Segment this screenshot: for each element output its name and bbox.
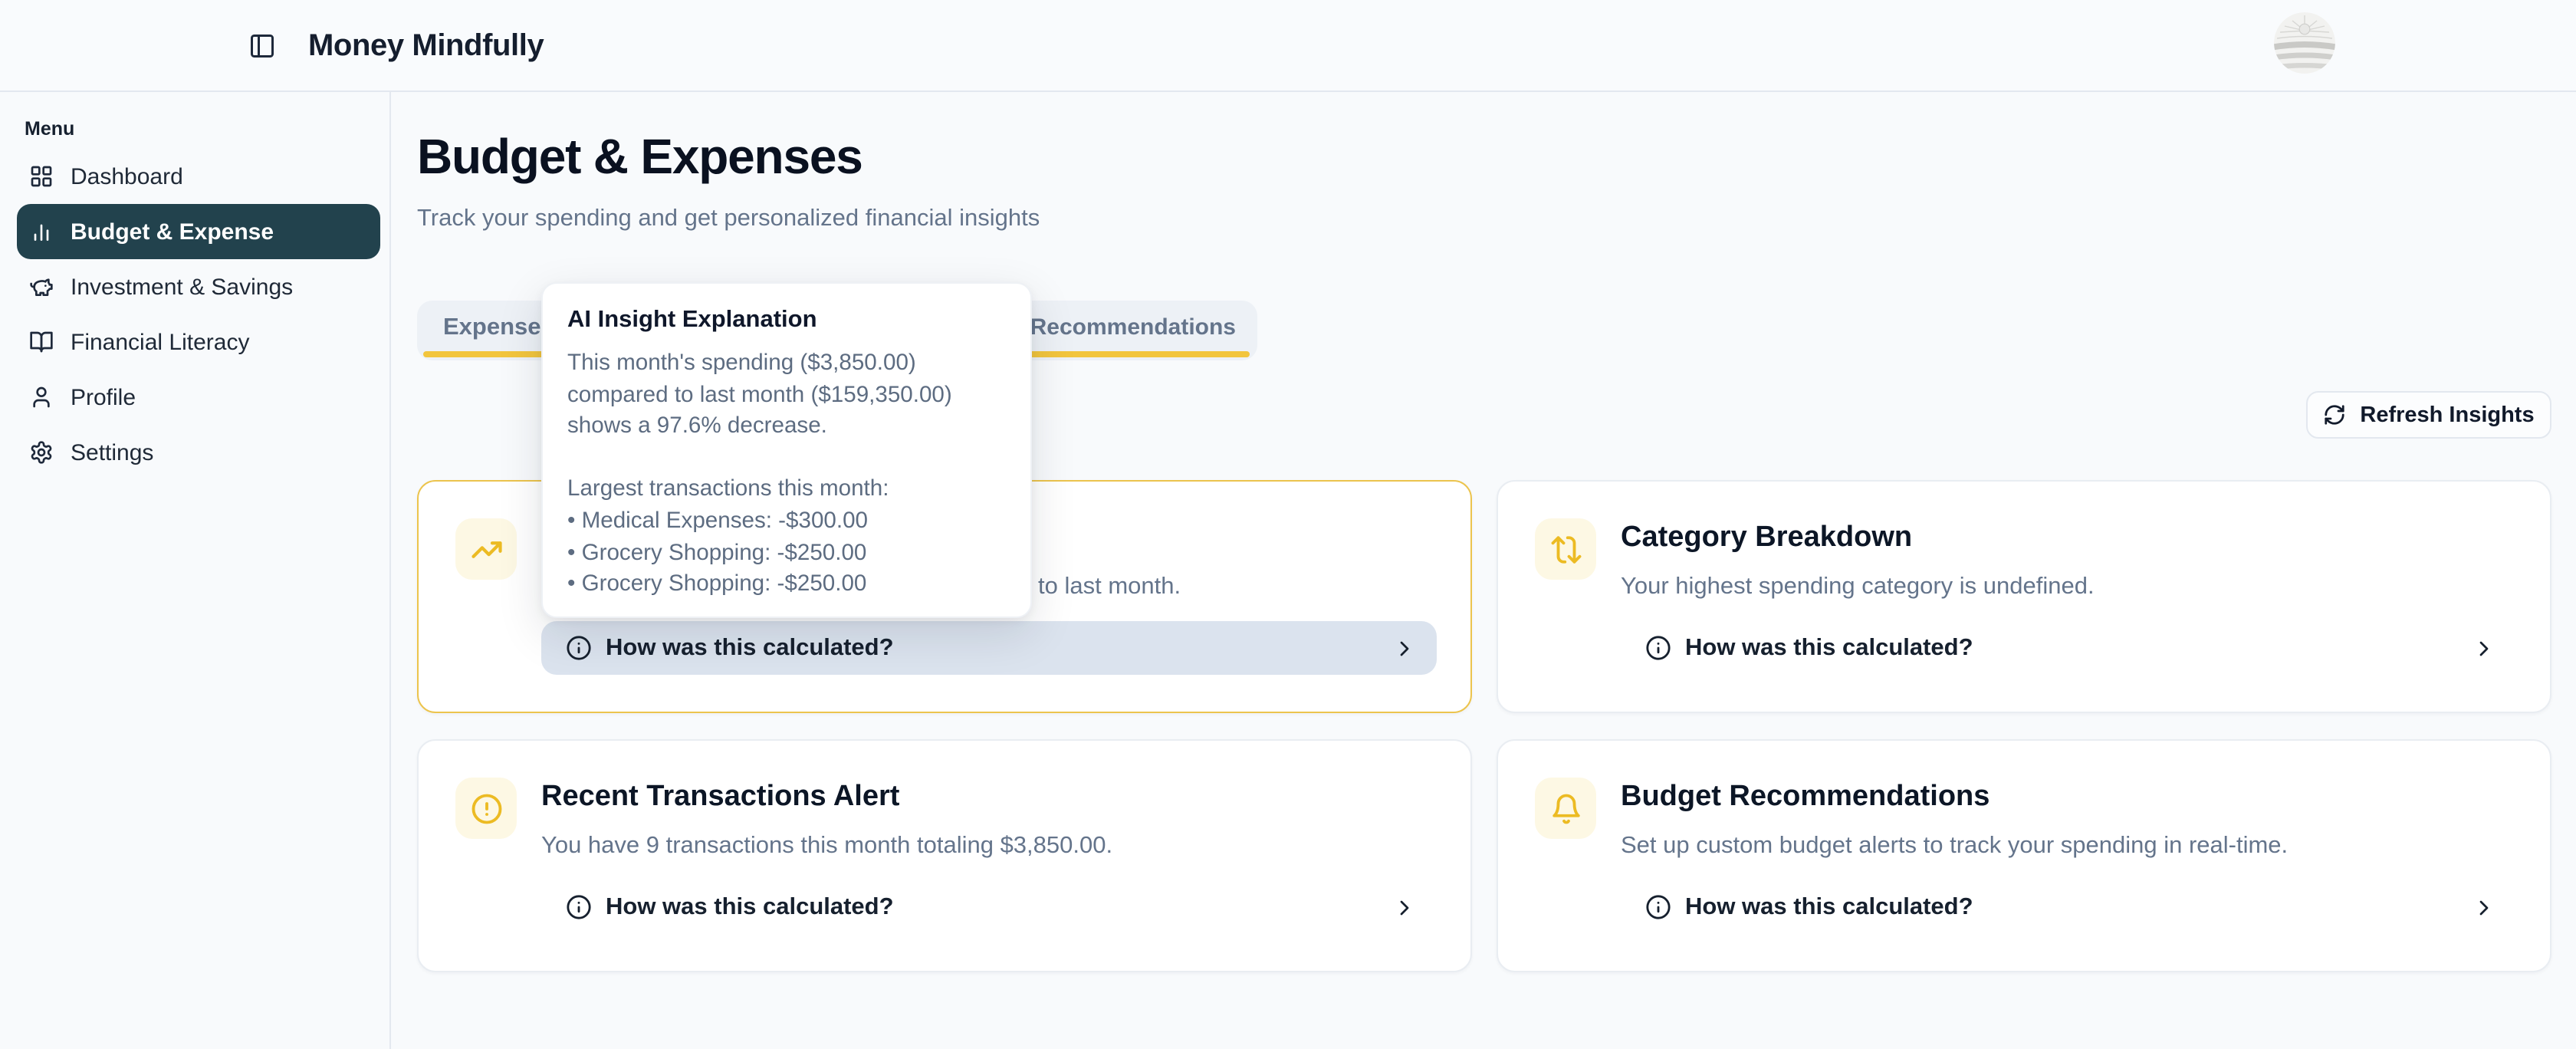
tab-recommendations[interactable]: ct Recommendations [1004,301,1236,354]
how-calculated-label: How was this calculated? [1685,634,1973,662]
sidebar-item-label: Settings [71,439,153,465]
sidebar-item-label: Financial Literacy [71,329,249,355]
card-description: Your highest spending category is undefi… [1621,574,2095,601]
app-title: Money Mindfully [308,0,544,92]
how-calculated-label: How was this calculated? [606,893,894,921]
icon-tile [1535,518,1596,580]
bell-icon [1549,792,1582,824]
ai-insight-popover: AI Insight Explanation This month's spen… [541,282,1032,618]
info-icon [566,894,592,920]
sidebar-nav: Dashboard Budget & Expense Investment & … [17,149,380,480]
sidebar-item-label: Budget & Expense [71,219,274,245]
sidebar-toggle-icon[interactable] [248,32,276,60]
card-title: Budget Recommendations [1621,781,1990,814]
ai-insight-popover-title: AI Insight Explanation [567,307,1006,334]
chevron-right-icon [1392,895,1417,919]
icon-tile [455,518,517,580]
user-icon [29,385,54,409]
budget-recommendations-card: Budget Recommendations Set up custom bud… [1497,739,2551,972]
top-header: Money Mindfully [0,0,2576,92]
card-title: Recent Transactions Alert [541,781,899,814]
refresh-icon [2323,403,2346,426]
how-calculated-row[interactable]: How was this calculated? [541,621,1437,675]
sidebar-item-settings[interactable]: Settings [17,425,380,480]
card-title: Category Breakdown [1621,521,1912,555]
category-breakdown-card: Category Breakdown Your highest spending… [1497,480,2551,713]
how-calculated-label: How was this calculated? [606,634,894,662]
avatar[interactable] [2274,12,2335,74]
icon-tile [1535,778,1596,839]
gear-icon [29,440,54,465]
sidebar-item-label: Profile [71,384,136,410]
app-root: Money Mindfully [0,0,2576,1049]
bar-chart-icon [29,219,54,244]
alert-circle-icon [470,792,502,824]
repeat-icon [1549,533,1582,565]
page-title: Budget & Expenses [417,129,863,186]
chevron-right-icon [1392,636,1417,660]
dashboard-grid-icon [29,164,54,189]
sidebar-item-dashboard[interactable]: Dashboard [17,149,380,204]
book-open-icon [29,330,54,354]
how-calculated-row[interactable]: How was this calculated? [1621,880,2516,934]
info-icon [1645,635,1671,661]
card-description: You have 9 transactions this month total… [541,833,1112,860]
refresh-insights-button[interactable]: Refresh Insights [2306,391,2551,439]
sidebar-item-label: Investment & Savings [71,274,293,300]
how-calculated-label: How was this calculated? [1685,893,1973,921]
sidebar-item-label: Dashboard [71,163,183,189]
sidebar-item-budget-expense[interactable]: Budget & Expense [17,204,380,259]
piggy-bank-icon [29,275,54,299]
ai-insight-popover-body: This month's spending ($3,850.00) compar… [567,348,1006,601]
trending-up-icon [470,533,502,565]
icon-tile [455,778,517,839]
info-icon [566,635,592,661]
how-calculated-row[interactable]: How was this calculated? [541,880,1437,934]
spending-trend-description-fragment: to last month. [1038,574,1181,601]
sidebar-menu-label: Menu [25,118,74,140]
card-description: Set up custom budget alerts to track you… [1621,833,2288,860]
info-icon [1645,894,1671,920]
how-calculated-row[interactable]: How was this calculated? [1621,621,2516,675]
chevron-right-icon [2472,636,2496,660]
sidebar-item-investment-savings[interactable]: Investment & Savings [17,259,380,314]
page-subtitle: Track your spending and get personalized… [417,206,1040,233]
refresh-insights-label: Refresh Insights [2360,403,2534,427]
recent-transactions-card: Recent Transactions Alert You have 9 tra… [417,739,1472,972]
sidebar-item-financial-literacy[interactable]: Financial Literacy [17,314,380,370]
sidebar-item-profile[interactable]: Profile [17,370,380,425]
chevron-right-icon [2472,895,2496,919]
sidebar: Menu Dashboard Budget & Expense Investme… [0,92,391,1049]
